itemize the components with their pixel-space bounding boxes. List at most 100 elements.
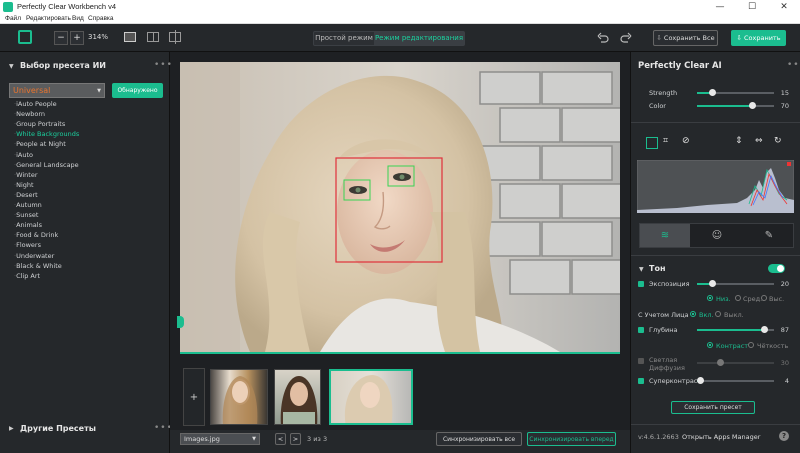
preset-label: iAuto People xyxy=(16,100,57,108)
redo-icon[interactable] xyxy=(620,32,632,43)
preset-label: White Backgrounds xyxy=(16,130,80,139)
single-view-icon[interactable] xyxy=(124,32,136,42)
supercontrast-checkbox[interactable] xyxy=(638,378,644,384)
preset-item[interactable]: ·Clip Art xyxy=(14,272,40,280)
preset-item[interactable]: ·General Landscape xyxy=(14,161,79,169)
rotate-icon[interactable]: ↻ xyxy=(774,136,782,146)
menu-view[interactable]: Вид xyxy=(72,15,84,22)
preset-item[interactable]: ·Animals xyxy=(14,221,42,229)
preset-item[interactable]: ·Sunset xyxy=(14,211,38,219)
save-all-button[interactable]: ⇩ Сохранить Все xyxy=(653,30,718,46)
diffusion-checkbox[interactable] xyxy=(638,358,644,364)
flip-vertical-icon[interactable]: ⇕ xyxy=(735,136,743,146)
crop-icon[interactable]: ⌗ xyxy=(663,136,668,146)
red-eye-icon[interactable]: ⊘ xyxy=(682,136,690,146)
sync-forward-button[interactable]: Синхронизировать вперед xyxy=(527,432,616,446)
exposure-low-radio[interactable] xyxy=(707,295,713,301)
depth-checkbox[interactable] xyxy=(638,327,644,333)
preset-select[interactable]: Universal ▼ xyxy=(9,83,105,98)
tab-simple-mode[interactable]: Простой режим xyxy=(314,32,374,45)
face-on-radio[interactable] xyxy=(690,311,696,317)
face-off-label: Выкл. xyxy=(724,311,744,319)
preset-item[interactable]: ·Autumn xyxy=(14,201,42,209)
preset-item[interactable]: ·Desert xyxy=(14,191,38,199)
minimize-button[interactable]: — xyxy=(704,0,736,14)
preset-item[interactable]: ·iAuto xyxy=(14,151,33,159)
add-image-button[interactable]: + xyxy=(183,368,205,426)
compare-view-icon[interactable] xyxy=(169,30,181,44)
diffusion-value: 30 xyxy=(780,359,789,367)
diffusion-slider[interactable] xyxy=(697,362,774,364)
preset-item[interactable]: ·Group Portraits xyxy=(14,120,65,128)
ai-options-icon[interactable]: ••• xyxy=(787,60,800,70)
color-knob[interactable] xyxy=(749,102,757,109)
preset-item[interactable]: ·White Backgrounds xyxy=(14,130,79,138)
help-icon[interactable]: ? xyxy=(779,431,789,441)
expand-arrow-icon[interactable]: ▶ xyxy=(9,425,14,432)
grid-tool-icon[interactable] xyxy=(646,137,658,149)
preset-label: Desert xyxy=(16,190,38,199)
diffusion-knob[interactable] xyxy=(717,359,725,366)
split-view-icon[interactable] xyxy=(147,32,159,42)
close-button[interactable]: ✕ xyxy=(768,0,800,14)
undo-icon[interactable] xyxy=(597,32,609,43)
exposure-mid-radio[interactable] xyxy=(735,295,741,301)
preset-item[interactable]: ·Newborn xyxy=(14,110,45,118)
thumbnail-strip: + xyxy=(170,360,630,430)
exposure-high-radio[interactable] xyxy=(761,295,767,301)
depth-clarity-radio[interactable] xyxy=(748,342,754,348)
tab-face-icon[interactable]: ☺ xyxy=(692,224,742,247)
preset-label: Clip Art xyxy=(16,271,41,280)
preset-item[interactable]: ·Food & Drink xyxy=(14,231,58,239)
supercontrast-slider[interactable] xyxy=(697,380,774,382)
preset-item[interactable]: ·Underwater xyxy=(14,252,54,260)
file-select[interactable]: Images.jpg ▼ xyxy=(180,433,260,445)
menu-help[interactable]: Справка xyxy=(88,15,114,22)
depth-contrast-radio[interactable] xyxy=(707,342,713,348)
preset-item[interactable]: ·Night xyxy=(14,181,34,189)
tone-toggle[interactable] xyxy=(768,264,785,273)
supercontrast-knob[interactable] xyxy=(697,377,705,384)
apps-manager-link[interactable]: Открыть Apps Manager xyxy=(682,433,760,441)
preset-item[interactable]: ·iAuto People xyxy=(14,100,57,108)
divider xyxy=(631,122,800,123)
thumbnail-1[interactable] xyxy=(210,369,268,425)
image-canvas[interactable] xyxy=(180,62,620,352)
exposure-checkbox[interactable] xyxy=(638,281,644,287)
preset-label: Night xyxy=(16,180,34,189)
maximize-button[interactable]: ☐ xyxy=(736,0,768,14)
preset-item[interactable]: ·People at Night xyxy=(14,140,66,148)
zoom-out-button[interactable]: − xyxy=(54,31,68,45)
preset-label: Winter xyxy=(16,170,38,179)
prev-image-button[interactable]: < xyxy=(275,433,286,445)
face-on-label: Вкл. xyxy=(699,311,714,319)
thumbnail-3-selected[interactable] xyxy=(329,369,413,425)
ai-preset-title: Выбор пресета ИИ xyxy=(20,61,106,70)
preset-item[interactable]: ·Winter xyxy=(14,171,38,179)
collapse-arrow-icon[interactable]: ▼ xyxy=(9,63,14,70)
tab-sliders-icon[interactable]: ≋ xyxy=(640,224,690,247)
more-options-icon[interactable]: ••• xyxy=(154,60,173,70)
preset-item[interactable]: ·Black & White xyxy=(14,262,62,270)
menu-file[interactable]: Файл xyxy=(5,15,21,22)
tab-creative-icon[interactable]: ✎ xyxy=(744,224,794,247)
exposure-knob[interactable] xyxy=(709,280,717,287)
tab-edit-mode[interactable]: Режим редактирования xyxy=(374,32,464,45)
thumbnail-2[interactable] xyxy=(274,369,321,425)
canvas-side-handle[interactable] xyxy=(177,316,184,328)
depth-knob[interactable] xyxy=(760,326,768,333)
detected-button[interactable]: Обнаружено xyxy=(112,83,163,98)
menu-edit[interactable]: Редактировать xyxy=(26,15,71,22)
preset-label: Black & White xyxy=(16,261,62,270)
depth-slider-fill xyxy=(697,329,764,331)
preset-item[interactable]: ·Flowers xyxy=(14,241,41,249)
strength-knob[interactable] xyxy=(709,89,717,96)
save-preset-button[interactable]: Сохранить пресет xyxy=(671,401,755,414)
flip-horizontal-icon[interactable]: ⇔ xyxy=(755,136,763,146)
sync-all-button[interactable]: Синхронизировать все xyxy=(436,432,522,446)
zoom-in-button[interactable]: + xyxy=(70,31,84,45)
save-button[interactable]: ⇩ Сохранить xyxy=(731,30,786,46)
face-off-radio[interactable] xyxy=(715,311,721,317)
next-image-button[interactable]: > xyxy=(290,433,301,445)
tone-collapse-icon[interactable]: ▼ xyxy=(639,266,644,273)
